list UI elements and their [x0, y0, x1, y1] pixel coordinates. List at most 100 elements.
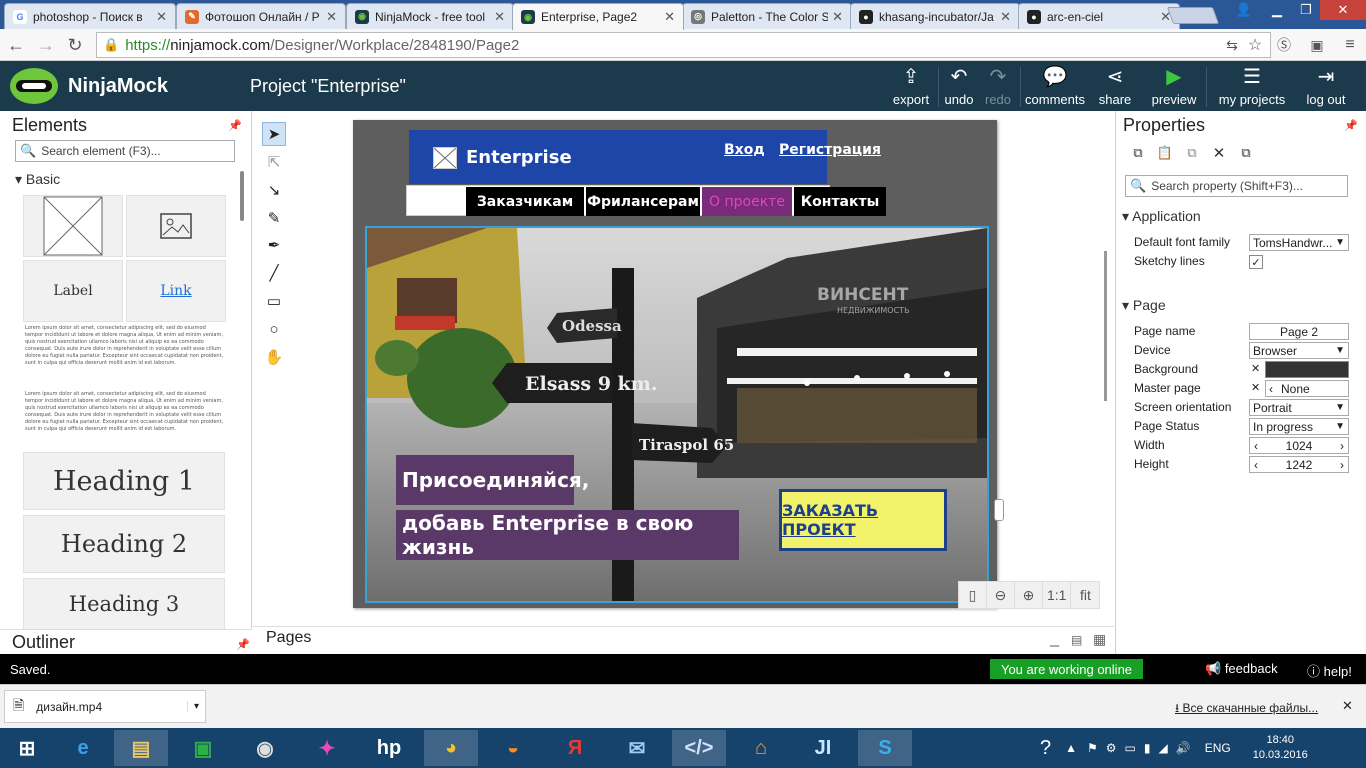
link-tile[interactable]: Link — [126, 260, 226, 322]
back-arrow-icon[interactable]: ← — [4, 33, 28, 57]
pages-title[interactable]: Pages — [266, 629, 311, 647]
background-color-swatch[interactable] — [1265, 361, 1349, 378]
pin-icon[interactable]: 📌 — [1344, 119, 1358, 132]
media-icon[interactable]: ◉ — [238, 730, 292, 766]
windows-start-icon[interactable]: ⊞ — [0, 730, 54, 766]
property-search-input[interactable]: 🔍 Search property (Shift+F3)... — [1125, 175, 1348, 197]
close-tab-icon[interactable]: ✕ — [326, 9, 337, 25]
label-tile[interactable]: Label — [23, 260, 123, 322]
browser-tab-2[interactable]: ◉ NinjaMock - free tool ✕ — [346, 3, 514, 29]
help-tray-icon[interactable]: ? — [1040, 737, 1051, 760]
section-page[interactable]: ▾ Page — [1122, 297, 1166, 314]
restore-icon[interactable]: ❐ — [1292, 0, 1320, 20]
hp-icon[interactable]: hp — [362, 730, 416, 766]
delete-icon[interactable]: ✕ — [1209, 143, 1229, 163]
height-stepper[interactable]: ‹ 1242 › — [1249, 456, 1349, 473]
hero-headline-1[interactable]: Присоединяйся, — [396, 455, 589, 505]
export-button[interactable]: ⇪ export — [886, 61, 936, 111]
pen-tool-icon[interactable]: ✒ — [262, 233, 286, 257]
mockup-menu-item[interactable]: Заказчикам — [466, 187, 584, 216]
paint-app-icon[interactable]: ✦ — [300, 730, 354, 766]
element-search-input[interactable]: 🔍 Search element (F3)... — [15, 140, 235, 162]
properties-scrollbar[interactable] — [1104, 251, 1107, 401]
envelope-image-placeholder[interactable] — [433, 147, 457, 169]
code-editor-icon[interactable]: </> — [672, 730, 726, 766]
heading3-tile[interactable]: Heading 3 — [23, 578, 225, 630]
rectangle-tool-icon[interactable]: ▭ — [262, 289, 286, 313]
section-basic[interactable]: ▾ Basic — [15, 171, 60, 188]
chevron-right-icon[interactable]: › — [1340, 458, 1344, 472]
pencil-tool-icon[interactable]: ✎ — [262, 206, 286, 230]
list-view-icon[interactable]: ▤ — [1071, 633, 1082, 647]
new-tab-button[interactable] — [1166, 7, 1220, 24]
mockup-login-link[interactable]: Вход — [724, 142, 765, 158]
direct-select-tool-icon[interactable]: ⇱ — [262, 150, 286, 174]
resize-handle[interactable] — [994, 499, 1004, 521]
zoom-fit-button[interactable]: fit — [1071, 582, 1099, 608]
browser-tab-1[interactable]: ✎ Фотошоп Онлайн / Р ✕ — [176, 3, 346, 29]
network-icon[interactable]: ⚙ — [1106, 741, 1117, 755]
close-tab-icon[interactable]: ✕ — [664, 9, 675, 25]
image-placeholder-tile[interactable] — [23, 195, 123, 257]
skype-icon[interactable]: S — [858, 730, 912, 766]
canvas-area[interactable]: Enterprise Вход Регистрация Заказчикам Ф… — [296, 111, 1114, 626]
mockup-brand[interactable]: Enterprise — [466, 147, 572, 168]
battery-icon[interactable]: ▮ — [1144, 741, 1151, 755]
mockup-menu-item-active[interactable]: О проекте — [702, 187, 792, 216]
heading2-tile[interactable]: Heading 2 — [23, 515, 225, 573]
master-page-select[interactable]: ‹ None — [1265, 380, 1349, 397]
order-project-button[interactable]: ЗАКАЗАТЬ ПРОЕКТ — [779, 489, 947, 551]
browser-tab-3-active[interactable]: ◉ Enterprise, Page2 ✕ — [512, 3, 684, 30]
zoom-actual-size-button[interactable]: 1:1 — [1043, 582, 1072, 608]
flag-icon[interactable]: ⚑ — [1087, 741, 1098, 755]
my-projects-button[interactable]: ☰ my projects — [1212, 61, 1292, 111]
chevron-left-icon[interactable]: ‹ — [1254, 439, 1258, 453]
ellipse-tool-icon[interactable]: ○ — [262, 317, 286, 341]
chevron-left-icon[interactable]: ‹ — [1254, 458, 1258, 472]
internet-explorer-icon[interactable]: e — [56, 730, 110, 766]
browser-tab-4[interactable]: ◎ Paletton - The Color S ✕ — [682, 3, 852, 29]
menu-icon[interactable]: ≡ — [1338, 33, 1362, 57]
close-tab-icon[interactable]: ✕ — [494, 9, 505, 25]
font-family-select[interactable]: TomsHandwr... ▼ — [1249, 234, 1349, 251]
help-link[interactable]: ⓘ help! — [1307, 661, 1352, 680]
hero-image[interactable]: Odessa Elsass 9 km. Tiraspol 65 ВИНСЕНТ … — [365, 226, 989, 603]
feedback-link[interactable]: 📢 feedback — [1205, 661, 1278, 677]
hand-tool-icon[interactable]: ✋ — [262, 345, 286, 369]
paragraph-tile[interactable]: Lorem ipsum dolor sit amet, consectetur … — [25, 325, 225, 383]
section-application[interactable]: ▾ Application — [1122, 208, 1201, 225]
clock[interactable]: 18:40 10.03.2016 — [1253, 733, 1308, 763]
mockup-register-link[interactable]: Регистрация — [779, 142, 881, 158]
paragraph-tile[interactable]: Lorem ipsum dolor sit amet, consectetur … — [25, 391, 225, 449]
browser-tab-5[interactable]: ● khasang-incubator/Ja ✕ — [850, 3, 1020, 29]
duplicate-icon[interactable]: ⧉ — [1182, 143, 1202, 163]
mail-icon[interactable]: ✉ — [610, 730, 664, 766]
zoom-out-icon[interactable]: ⊖ — [987, 582, 1015, 608]
line-tool-icon[interactable]: ╱ — [262, 261, 286, 285]
close-window-icon[interactable]: ✕ — [1320, 0, 1366, 20]
ninjamock-logo[interactable]: NinjaMock — [10, 68, 168, 104]
yandex-icon[interactable]: Я — [548, 730, 602, 766]
jetbrains-icon[interactable]: JI — [796, 730, 850, 766]
pin-icon[interactable]: 📌 — [228, 119, 242, 132]
download-item[interactable]: 🗎 дизайн.mp4 ▾ — [4, 690, 206, 723]
sketchy-lines-checkbox[interactable]: ✓ — [1249, 255, 1263, 269]
bookmark-star-icon[interactable]: ☆ — [1243, 33, 1267, 57]
image-tile[interactable] — [126, 195, 226, 257]
volume-icon[interactable]: 🔊 — [1176, 741, 1191, 755]
language-indicator[interactable]: ENG — [1205, 741, 1231, 755]
pin-icon[interactable]: 📌 — [236, 638, 250, 651]
translate-icon[interactable]: ⇆ — [1220, 33, 1244, 57]
reload-icon[interactable]: ↻ — [63, 33, 87, 57]
close-tab-icon[interactable]: ✕ — [156, 9, 167, 25]
page-status-select[interactable]: In progress ▼ — [1249, 418, 1349, 435]
close-tab-icon[interactable]: ✕ — [832, 9, 843, 25]
device-frame-icon[interactable]: ▯ — [959, 582, 987, 608]
extension-icon[interactable]: ▣ — [1305, 33, 1329, 57]
display-icon[interactable]: ▭ — [1125, 741, 1136, 755]
comments-button[interactable]: 💬 comments — [1022, 61, 1088, 111]
chevron-down-icon[interactable]: ▾ — [186, 701, 205, 712]
url-field[interactable]: 🔒 https://ninjamock.com/Designer/Workpla… — [96, 32, 1271, 58]
user-icon[interactable]: 👤 — [1232, 0, 1256, 20]
copy-icon[interactable]: ⧉ — [1128, 143, 1148, 163]
